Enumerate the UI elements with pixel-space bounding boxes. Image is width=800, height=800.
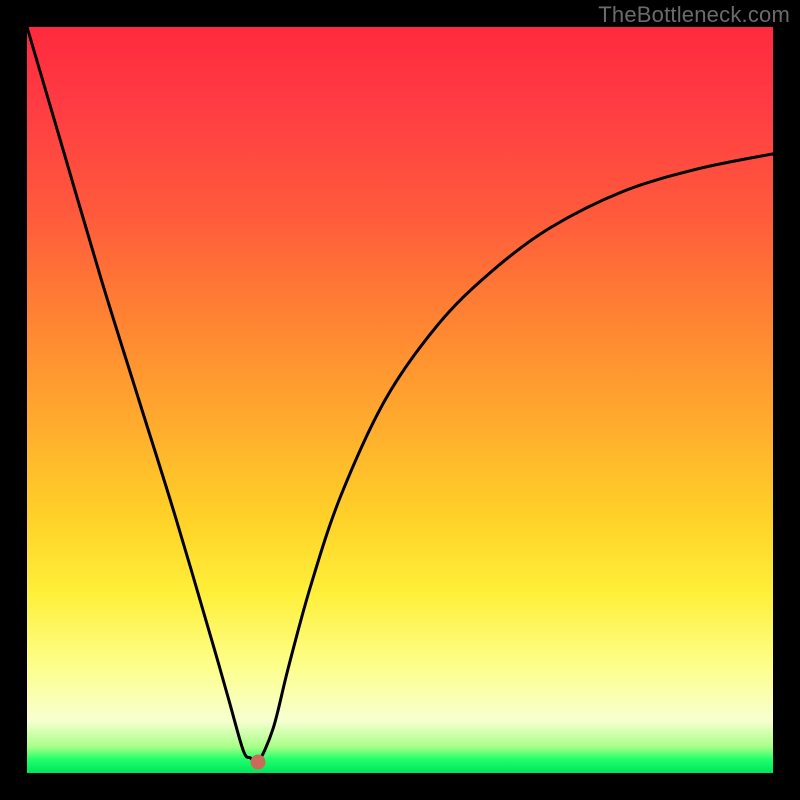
plot-area [27,27,773,773]
chart-stage: TheBottleneck.com [0,0,800,800]
watermark-text: TheBottleneck.com [598,2,790,28]
minimum-marker-dot [251,754,266,769]
bottleneck-curve [27,27,773,773]
